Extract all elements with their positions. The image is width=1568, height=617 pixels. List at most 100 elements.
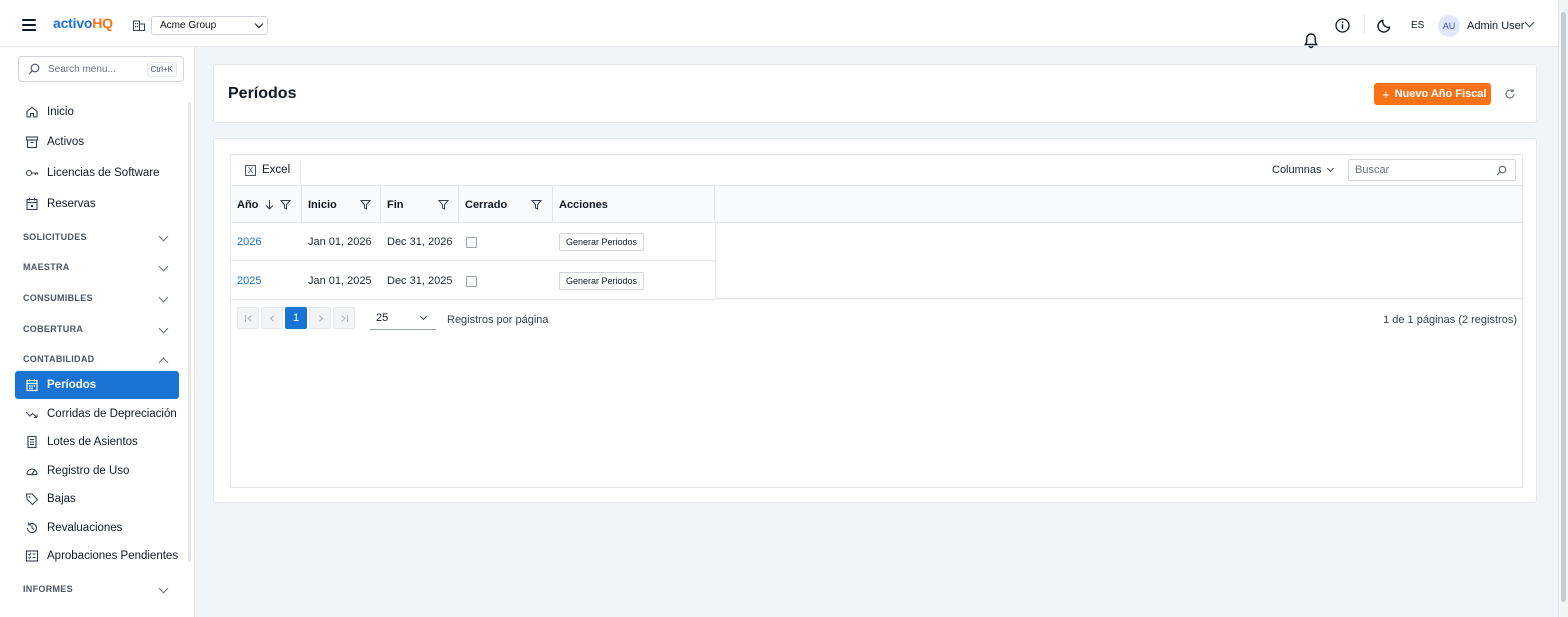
calendar-grid-icon <box>26 379 38 392</box>
refresh-icon[interactable] <box>1504 88 1516 100</box>
sidebar-item-revaluaciones[interactable]: Revaluaciones <box>15 514 179 542</box>
filter-icon[interactable] <box>360 199 371 210</box>
sidebar-item-activos[interactable]: Activos <box>15 128 179 156</box>
filter-icon[interactable] <box>280 199 291 210</box>
sidebar-item-periodos[interactable]: Períodos <box>15 371 179 399</box>
content-card: X Excel Columnas Buscar Año Inicio Fin Ce… <box>213 138 1537 503</box>
sidebar: Search menu... Ctrl+K Inicio Activos Lic… <box>0 47 195 617</box>
column-header-acciones: Acciones <box>553 186 715 223</box>
building-icon <box>133 20 145 31</box>
year-link[interactable]: 2026 <box>237 223 261 261</box>
section-maestra[interactable]: MAESTRA <box>23 261 173 276</box>
filter-icon[interactable] <box>531 199 542 210</box>
per-page-label: Registros por página <box>447 314 549 326</box>
year-link[interactable]: 2025 <box>237 262 261 300</box>
section-informes[interactable]: INFORMES <box>23 583 173 598</box>
app-logo[interactable]: activoHQ <box>53 15 113 31</box>
section-cobertura[interactable]: COBERTURA <box>23 323 173 338</box>
closed-checkbox[interactable] <box>466 275 477 287</box>
search-icon <box>28 63 40 75</box>
sidebar-item-corridas[interactable]: Corridas de Depreciación <box>15 400 179 428</box>
sidebar-item-registro-uso[interactable]: Registro de Uso <box>15 457 179 485</box>
last-page-button[interactable] <box>333 307 355 329</box>
chevron-down-icon <box>158 323 169 334</box>
end-date-cell: Dec 31, 2026 <box>387 236 453 248</box>
refresh-clock-icon <box>26 522 38 533</box>
chevron-down-icon <box>419 312 428 321</box>
last-page-icon <box>340 314 348 322</box>
page-info: 1 de 1 páginas (2 registros) <box>1383 314 1517 326</box>
info-icon[interactable] <box>1335 18 1350 33</box>
closed-checkbox[interactable] <box>466 236 477 248</box>
sidebar-item-aprobaciones[interactable]: Aprobaciones Pendientes <box>15 542 179 570</box>
chevron-down-icon[interactable] <box>1524 17 1535 28</box>
column-header-anio[interactable]: Año <box>231 186 302 223</box>
grid-toolbar: X Excel Columnas Buscar <box>231 155 1522 185</box>
page-size-select[interactable]: 25 <box>370 307 436 330</box>
generate-periods-button[interactable]: Generar Periodos <box>559 233 645 251</box>
first-page-button[interactable] <box>237 307 259 329</box>
scrollbar-thumb[interactable] <box>1561 12 1566 602</box>
plus-icon: + <box>1382 86 1390 102</box>
checklist-icon <box>25 550 39 562</box>
search-menu-input[interactable]: Search menu... Ctrl+K <box>18 56 184 82</box>
chevron-down-icon <box>158 292 169 303</box>
menu-icon[interactable] <box>22 19 36 31</box>
avatar[interactable]: AU <box>1438 15 1460 37</box>
start-date-cell: Jan 01, 2026 <box>308 236 372 248</box>
bell-icon[interactable] <box>1304 17 1318 64</box>
moon-icon[interactable] <box>1377 18 1392 33</box>
sidebar-item-bajas[interactable]: Bajas <box>15 485 179 513</box>
first-page-icon <box>244 314 252 322</box>
chevron-down-icon <box>254 19 264 29</box>
sidebar-item-inicio[interactable]: Inicio <box>15 98 179 126</box>
column-header-inicio[interactable]: Inicio <box>302 186 381 223</box>
next-page-button[interactable] <box>309 307 331 329</box>
trending-down-icon <box>25 411 38 419</box>
sidebar-item-reservas[interactable]: Reservas <box>15 190 179 218</box>
generate-periods-button[interactable]: Generar Periodos <box>559 272 645 290</box>
archive-icon <box>25 136 39 149</box>
language-toggle[interactable]: ES <box>1411 20 1424 31</box>
sidebar-item-lotes[interactable]: Lotes de Asientos <box>15 428 179 456</box>
section-solicitudes[interactable]: SOLICITUDES <box>23 231 173 246</box>
columns-button[interactable]: Columnas <box>1272 164 1334 176</box>
actions-cell: Generar Periodos <box>559 262 645 300</box>
end-date-cell: Dec 31, 2025 <box>387 275 453 287</box>
pager: 1 25 Registros por página 1 de 1 páginas… <box>231 301 1522 337</box>
chevron-up-icon <box>158 357 169 368</box>
new-fiscal-year-button[interactable]: + Nuevo Año Fiscal <box>1374 83 1491 105</box>
column-header-cerrado[interactable]: Cerrado <box>459 186 553 223</box>
chevron-right-icon <box>318 314 323 322</box>
page-button-current[interactable]: 1 <box>285 307 307 329</box>
actions-cell: Generar Periodos <box>559 223 645 261</box>
divider <box>300 161 301 181</box>
excel-icon: X <box>245 164 256 176</box>
chevron-down-icon <box>158 261 169 272</box>
prev-page-button[interactable] <box>261 307 283 329</box>
start-date-cell: Jan 01, 2025 <box>308 275 372 287</box>
search-icon <box>1496 165 1507 176</box>
user-name[interactable]: Admin User <box>1467 20 1524 32</box>
receipt-icon <box>27 435 37 449</box>
calendar-icon <box>26 198 38 211</box>
page-header: Períodos + Nuevo Año Fiscal <box>213 64 1537 123</box>
filter-icon[interactable] <box>438 199 449 210</box>
section-contabilidad[interactable]: CONTABILIDAD <box>23 354 173 368</box>
table-row: 2025 Jan 01, 2025 Dec 31, 2025 Generar P… <box>231 262 715 300</box>
grid-search-input[interactable]: Buscar <box>1348 159 1516 181</box>
top-bar: activoHQ Acme Group ES AU Admin User <box>0 0 1558 49</box>
home-icon <box>26 106 38 118</box>
key-icon <box>25 169 39 177</box>
table-header: Año Inicio Fin Cerrado Acciones <box>231 185 1522 223</box>
chevron-down-icon <box>158 231 169 242</box>
company-select[interactable]: Acme Group <box>151 16 268 35</box>
section-consumibles[interactable]: CONSUMIBLES <box>23 292 173 307</box>
sidebar-scrollbar[interactable] <box>188 102 191 562</box>
page-scrollbar[interactable] <box>1558 0 1568 617</box>
export-excel-button[interactable]: X Excel <box>245 164 290 176</box>
column-header-fin[interactable]: Fin <box>381 186 459 223</box>
data-grid: X Excel Columnas Buscar Año Inicio Fin Ce… <box>230 154 1524 488</box>
sort-down-icon[interactable] <box>265 199 274 210</box>
sidebar-item-licencias[interactable]: Licencias de Software <box>15 159 179 187</box>
